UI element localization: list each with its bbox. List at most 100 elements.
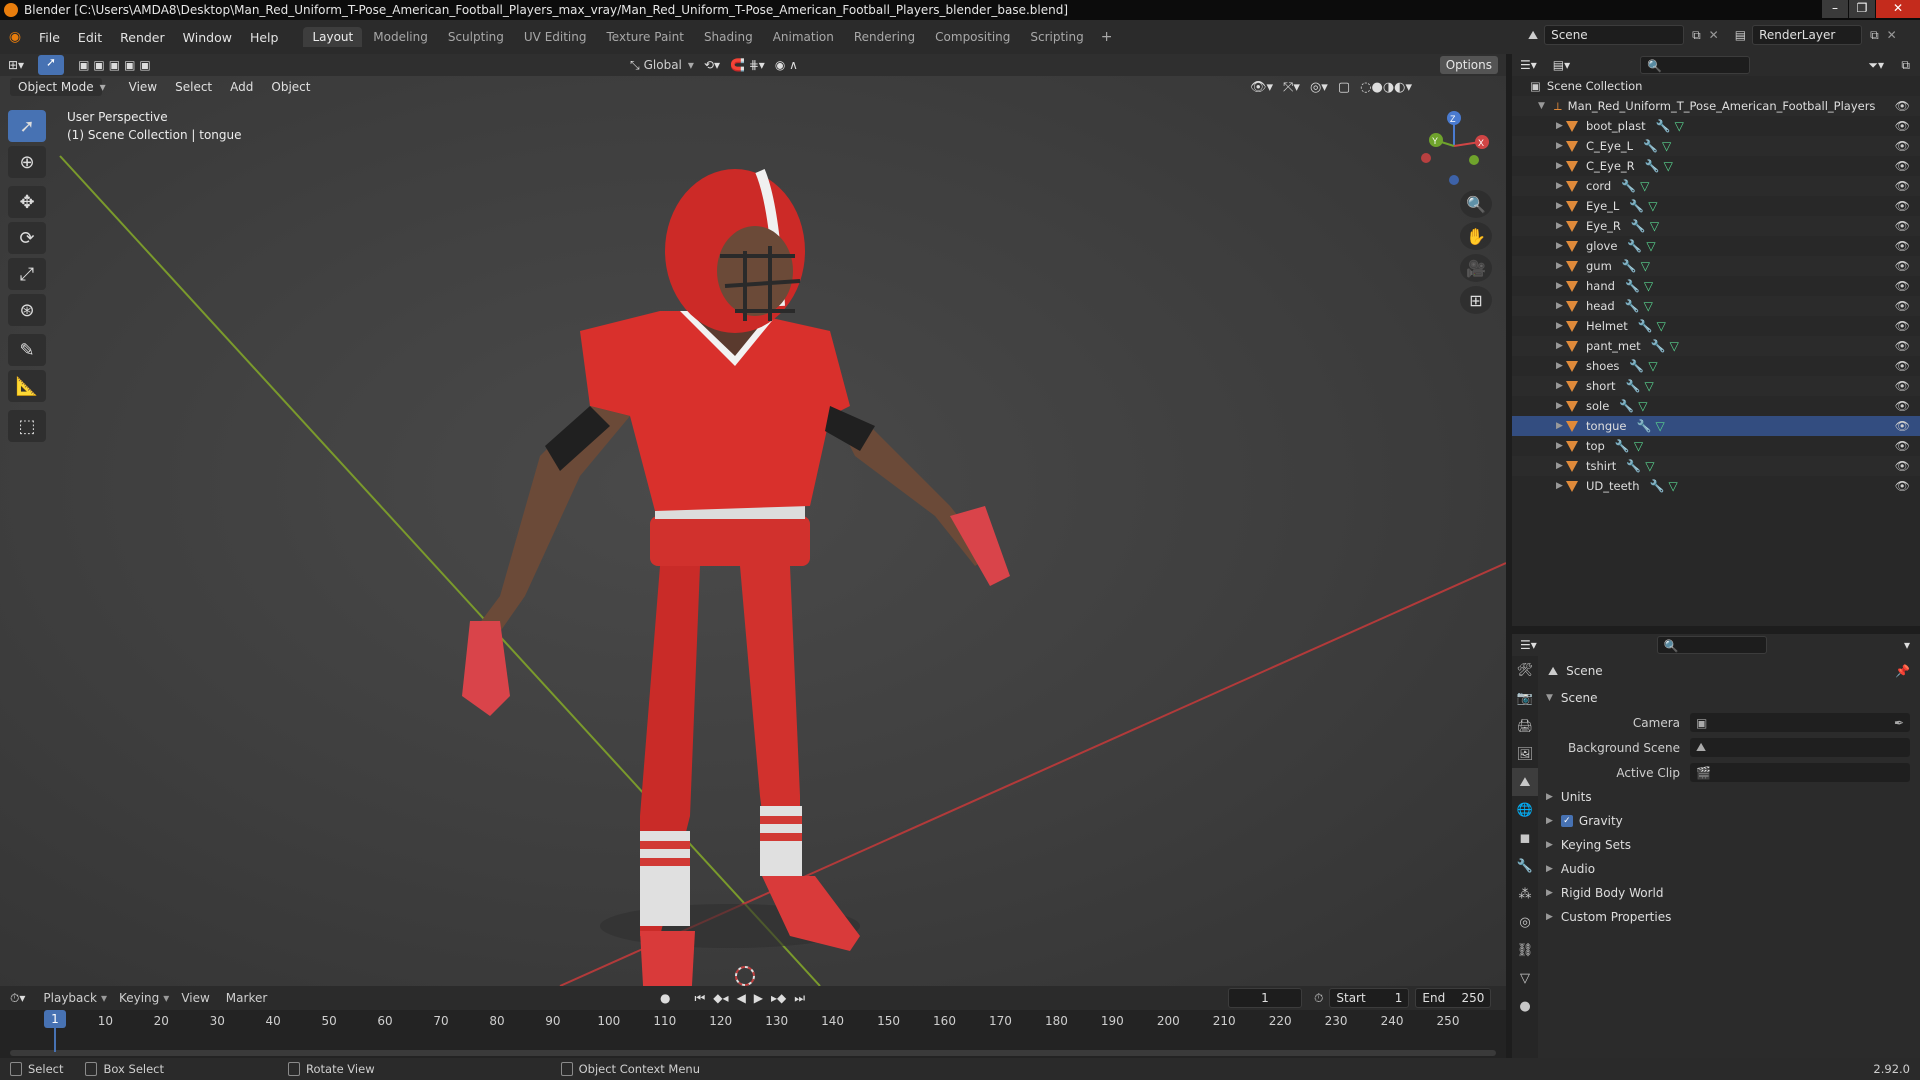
- visibility-eye-icon[interactable]: 👁: [1895, 419, 1910, 433]
- mesh-data-icon[interactable]: ▽: [1670, 339, 1679, 353]
- gravity-checkbox[interactable]: ✓: [1560, 815, 1573, 827]
- expand-icon[interactable]: ▶: [1556, 421, 1566, 431]
- modifier-wrench-icon[interactable]: 🔧: [1626, 379, 1641, 393]
- outliner-object-row[interactable]: ▶ glove 🔧 ▽ 👁: [1512, 236, 1920, 256]
- annotate-tool-icon[interactable]: ✎: [8, 334, 46, 366]
- expand-icon[interactable]: ▶: [1556, 321, 1566, 331]
- record-icon[interactable]: ●: [660, 991, 670, 1006]
- modifier-wrench-icon[interactable]: 🔧: [1629, 359, 1644, 373]
- mesh-data-icon[interactable]: ▽: [1648, 359, 1657, 373]
- constraints-tab-icon[interactable]: ⛓: [1512, 936, 1538, 964]
- visibility-eye-icon[interactable]: 👁: [1895, 379, 1910, 393]
- modifier-wrench-icon[interactable]: 🔧: [1626, 459, 1641, 473]
- scene-tab-icon[interactable]: ⛰: [1512, 768, 1538, 796]
- outliner-object-row[interactable]: ▶ top 🔧 ▽ 👁: [1512, 436, 1920, 456]
- camera-view-icon[interactable]: 🎥: [1460, 254, 1492, 282]
- modifier-wrench-icon[interactable]: 🔧: [1615, 439, 1630, 453]
- next-keyframe-icon[interactable]: ▸◆: [771, 991, 786, 1006]
- rotate-tool-icon[interactable]: ⟳: [8, 222, 46, 254]
- expand-icon[interactable]: ▶: [1556, 281, 1566, 291]
- visibility-eye-icon[interactable]: 👁: [1895, 99, 1910, 113]
- mesh-data-icon[interactable]: ▽: [1638, 399, 1647, 413]
- tab-scripting[interactable]: Scripting: [1021, 27, 1092, 47]
- expand-icon[interactable]: ▶: [1556, 481, 1566, 491]
- eyedropper-icon[interactable]: ✒: [1894, 716, 1904, 730]
- menu-help[interactable]: Help: [241, 30, 288, 45]
- pivot-point-icon[interactable]: ⟲▾: [704, 58, 720, 72]
- background-scene-field[interactable]: ⛰: [1690, 738, 1910, 757]
- 3d-viewport[interactable]: Z X Y Object Mode ▾ View Select Add Obje…: [0, 76, 1506, 986]
- outliner-object-row[interactable]: ▶ C_Eye_L 🔧 ▽ 👁: [1512, 136, 1920, 156]
- xray-icon[interactable]: ▢: [1338, 80, 1350, 95]
- scene-selector[interactable]: Scene: [1544, 25, 1685, 45]
- expand-icon[interactable]: ▶: [1556, 401, 1566, 411]
- scale-tool-icon[interactable]: ⤢: [8, 258, 46, 290]
- modifier-wrench-icon[interactable]: 🔧: [1629, 199, 1644, 213]
- material-tab-icon[interactable]: ●: [1512, 992, 1538, 1020]
- properties-options-icon[interactable]: ▾: [1904, 638, 1910, 652]
- output-tab-icon[interactable]: 🖨: [1512, 712, 1538, 740]
- scene-collection-row[interactable]: ▣ Scene Collection: [1512, 76, 1920, 96]
- tab-animation[interactable]: Animation: [764, 27, 843, 47]
- play-reverse-icon[interactable]: ◀: [737, 991, 746, 1006]
- tab-sculpting[interactable]: Sculpting: [439, 27, 513, 47]
- expand-icon[interactable]: ▶: [1556, 461, 1566, 471]
- jump-start-icon[interactable]: ⏮: [694, 991, 705, 1006]
- menu-edit[interactable]: Edit: [69, 30, 111, 45]
- expand-icon[interactable]: ▶: [1556, 161, 1566, 171]
- tab-uv-editing[interactable]: UV Editing: [515, 27, 596, 47]
- menu-file[interactable]: File: [30, 30, 69, 45]
- modifier-wrench-icon[interactable]: 🔧: [1627, 239, 1642, 253]
- properties-search-input[interactable]: 🔍: [1656, 636, 1767, 654]
- add-workspace-button[interactable]: +: [1093, 29, 1121, 45]
- remove-scene-icon[interactable]: ✕: [1709, 28, 1719, 42]
- expand-icon[interactable]: ▶: [1556, 141, 1566, 151]
- outliner-object-row[interactable]: ▶ short 🔧 ▽ 👁: [1512, 376, 1920, 396]
- modifier-wrench-icon[interactable]: 🔧: [1645, 159, 1660, 173]
- modifier-wrench-icon[interactable]: 🔧: [1631, 219, 1646, 233]
- menu-window[interactable]: Window: [174, 30, 241, 45]
- add-cube-tool-icon[interactable]: ⬚: [8, 410, 46, 442]
- mesh-data-icon[interactable]: ▽: [1648, 199, 1657, 213]
- expand-icon[interactable]: ▶: [1556, 221, 1566, 231]
- proportional-edit-icon[interactable]: ◉ ∧: [775, 58, 798, 72]
- expand-icon[interactable]: ▶: [1556, 201, 1566, 211]
- display-mode-icon[interactable]: ▤▾: [1553, 58, 1570, 72]
- start-frame-field[interactable]: Start 1: [1329, 988, 1410, 1008]
- tab-layout[interactable]: Layout: [303, 27, 363, 47]
- rigid-body-world-panel[interactable]: ▶ Rigid Body World: [1538, 881, 1920, 905]
- timeline-editor-type-icon[interactable]: ⏱▾: [10, 991, 25, 1006]
- keying-sets-panel[interactable]: ▶ Keying Sets: [1538, 833, 1920, 857]
- visibility-eye-icon[interactable]: 👁: [1895, 199, 1910, 213]
- visibility-eye-icon[interactable]: 👁: [1895, 259, 1910, 273]
- outliner-object-row[interactable]: ▶ pant_met 🔧 ▽ 👁: [1512, 336, 1920, 356]
- units-panel[interactable]: ▶ Units: [1538, 785, 1920, 809]
- modifier-wrench-icon[interactable]: 🔧: [1638, 319, 1653, 333]
- mesh-data-icon[interactable]: ▽: [1662, 139, 1671, 153]
- outliner-object-row[interactable]: ▶ sole 🔧 ▽ 👁: [1512, 396, 1920, 416]
- mesh-data-icon[interactable]: ▽: [1645, 379, 1654, 393]
- outliner-object-row[interactable]: ▶ tongue 🔧 ▽ 👁: [1512, 416, 1920, 436]
- mesh-data-icon[interactable]: ▽: [1645, 459, 1654, 473]
- visibility-eye-icon[interactable]: 👁: [1895, 399, 1910, 413]
- visibility-eye-icon[interactable]: 👁: [1895, 459, 1910, 473]
- viewport-menu-select[interactable]: Select: [166, 80, 221, 94]
- cursor-tool-icon[interactable]: ⊕: [8, 146, 46, 178]
- blender-menu-icon[interactable]: ◉: [0, 29, 30, 45]
- active-clip-field[interactable]: 🎬: [1690, 763, 1910, 782]
- select-tool-icon[interactable]: ➚: [38, 55, 65, 75]
- tab-modeling[interactable]: Modeling: [364, 27, 437, 47]
- snap-icon[interactable]: 🧲 ⋕▾: [730, 58, 765, 72]
- visibility-icon[interactable]: 👁▾: [1250, 80, 1273, 95]
- new-scene-icon[interactable]: ⧉: [1692, 28, 1701, 43]
- data-tab-icon[interactable]: ▽: [1512, 964, 1538, 992]
- camera-field[interactable]: ▣ ✒: [1690, 713, 1910, 732]
- physics-tab-icon[interactable]: ◎: [1512, 908, 1538, 936]
- outliner-search-input[interactable]: 🔍: [1640, 56, 1751, 74]
- timeline-menu-view[interactable]: View: [173, 991, 217, 1005]
- outliner-object-row[interactable]: ▶ head 🔧 ▽ 👁: [1512, 296, 1920, 316]
- mesh-data-icon[interactable]: ▽: [1644, 279, 1653, 293]
- visibility-eye-icon[interactable]: 👁: [1895, 339, 1910, 353]
- expand-icon[interactable]: ▶: [1556, 261, 1566, 271]
- modifier-wrench-icon[interactable]: 🔧: [1651, 339, 1666, 353]
